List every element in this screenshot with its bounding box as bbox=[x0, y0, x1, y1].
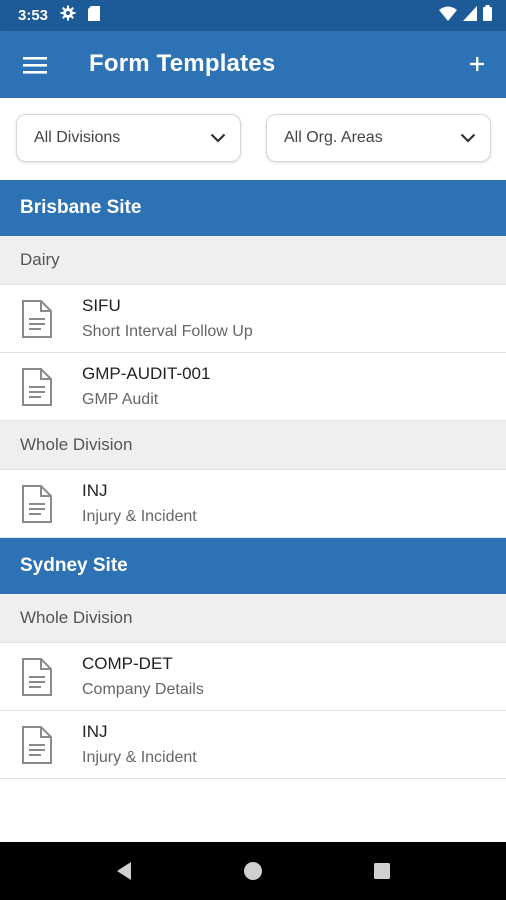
status-bar: 3:53 bbox=[0, 0, 506, 31]
add-template-button[interactable] bbox=[462, 49, 492, 79]
chevron-down-icon bbox=[460, 133, 476, 143]
site-header: Sydney Site bbox=[0, 538, 506, 594]
document-icon bbox=[22, 300, 52, 338]
document-icon bbox=[22, 368, 52, 406]
form-code: INJ bbox=[82, 481, 108, 500]
menu-button[interactable] bbox=[18, 51, 52, 79]
status-bar-right bbox=[439, 5, 492, 26]
form-code: GMP-AUDIT-001 bbox=[82, 364, 211, 383]
form-name: Injury & Incident bbox=[82, 749, 197, 766]
form-name: GMP Audit bbox=[82, 391, 159, 408]
filter-bar: All Divisions All Org. Areas bbox=[0, 98, 506, 180]
form-template-row[interactable]: COMP-DET Company Details bbox=[0, 643, 506, 711]
form-name: Injury & Incident bbox=[82, 508, 197, 525]
form-template-row[interactable]: INJ Injury & Incident bbox=[0, 711, 506, 779]
home-icon bbox=[243, 862, 262, 880]
form-code: SIFU bbox=[82, 296, 121, 315]
app-bar: Form Templates bbox=[0, 31, 506, 98]
form-template-row[interactable]: GMP-AUDIT-001 GMP Audit bbox=[0, 353, 506, 421]
back-icon bbox=[117, 862, 132, 880]
form-code: INJ bbox=[82, 722, 108, 741]
division-dropdown-value: All Divisions bbox=[34, 129, 121, 146]
area-header: Dairy bbox=[0, 236, 506, 285]
status-bar-left: 3:53 bbox=[18, 5, 101, 26]
form-code: COMP-DET bbox=[82, 654, 173, 673]
hamburger-menu-icon bbox=[23, 57, 47, 74]
system-nav-bar bbox=[0, 842, 506, 900]
status-time: 3:53 bbox=[18, 7, 49, 24]
signal-icon bbox=[463, 5, 477, 26]
form-template-row[interactable]: SIFU Short Interval Follow Up bbox=[0, 285, 506, 353]
document-icon bbox=[22, 485, 52, 523]
form-template-row[interactable]: INJ Injury & Incident bbox=[0, 470, 506, 538]
area-header: Whole Division bbox=[0, 594, 506, 643]
site-header: Brisbane Site bbox=[0, 180, 506, 236]
recents-icon bbox=[373, 863, 390, 879]
chevron-down-icon bbox=[210, 133, 226, 143]
plus-icon bbox=[470, 57, 484, 71]
nav-home-button[interactable] bbox=[233, 851, 273, 891]
battery-icon bbox=[483, 5, 492, 26]
form-name: Company Details bbox=[82, 681, 204, 698]
nav-back-button[interactable] bbox=[104, 851, 144, 891]
org-area-dropdown[interactable]: All Org. Areas bbox=[266, 114, 491, 162]
document-icon bbox=[22, 658, 52, 696]
page-title: Form Templates bbox=[89, 50, 276, 77]
template-list: Brisbane Site Dairy SIFU Short Interval … bbox=[0, 180, 506, 842]
nav-recents-button[interactable] bbox=[362, 851, 402, 891]
area-header: Whole Division bbox=[0, 421, 506, 470]
form-name: Short Interval Follow Up bbox=[82, 323, 253, 340]
document-icon bbox=[22, 726, 52, 764]
division-dropdown[interactable]: All Divisions bbox=[16, 114, 241, 162]
sd-card-icon bbox=[88, 5, 101, 26]
wifi-icon bbox=[439, 6, 457, 26]
gear-icon bbox=[60, 5, 76, 26]
org-area-dropdown-value: All Org. Areas bbox=[284, 129, 383, 146]
